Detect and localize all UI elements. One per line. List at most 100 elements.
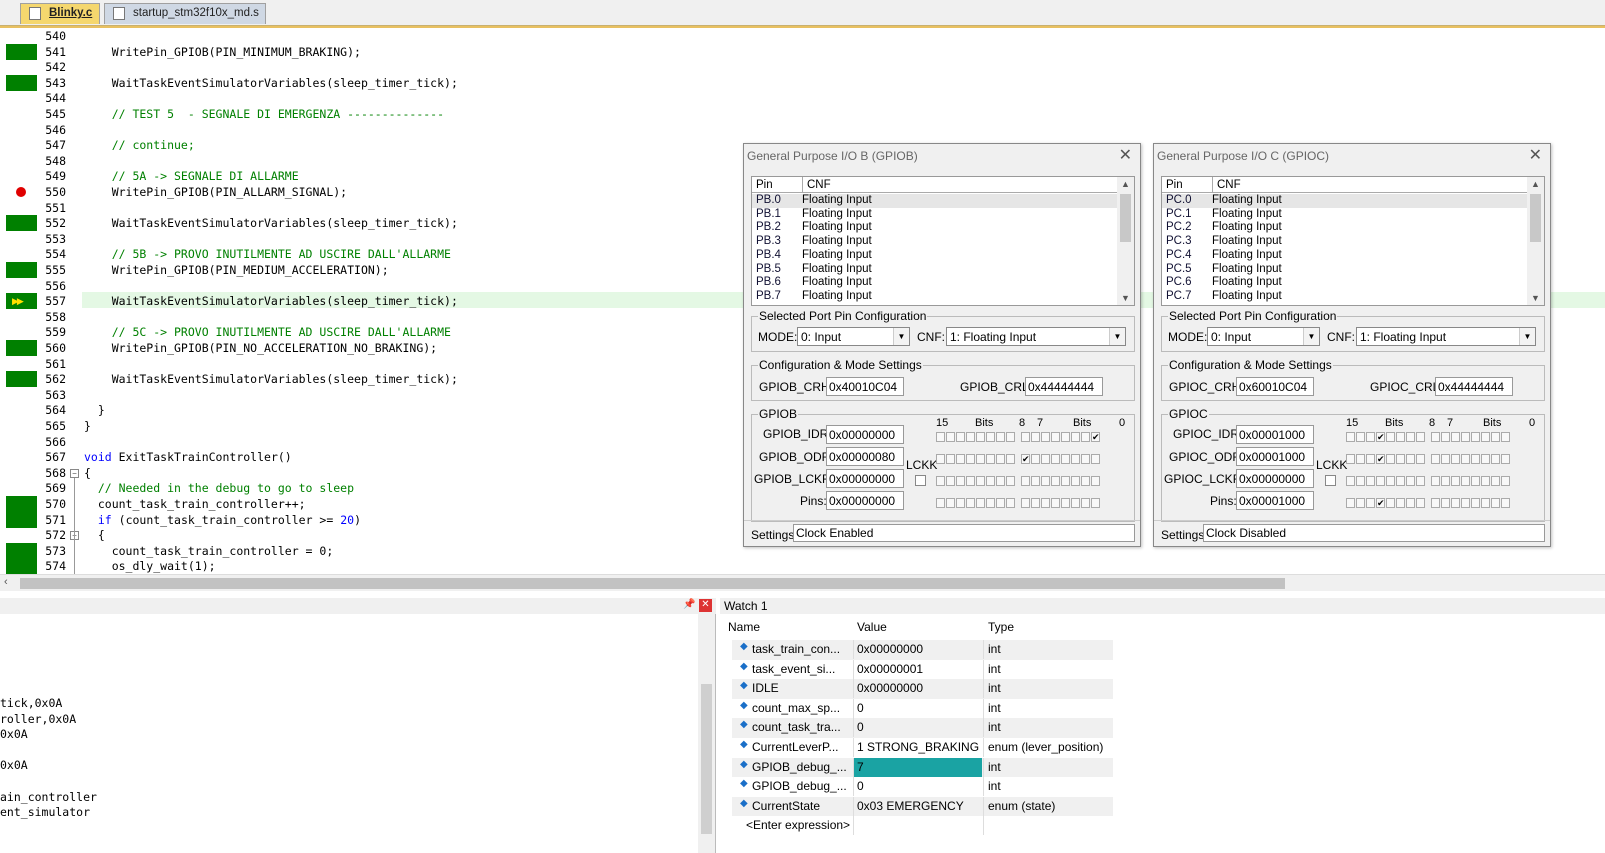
- watch-value[interactable]: 0x03 EMERGENCY: [853, 796, 982, 816]
- bit-checkbox[interactable]: [1081, 476, 1090, 486]
- gutter-line[interactable]: 544: [0, 90, 82, 106]
- bit-checkbox[interactable]: [986, 476, 995, 486]
- pin-list-item[interactable]: PB.1 Floating Input: [752, 208, 1118, 222]
- pin-list[interactable]: Pin CNF PB.0 Floating Input PB.1 Floating I…: [751, 176, 1135, 306]
- pin-list-item[interactable]: PB.4 Floating Input: [752, 249, 1118, 263]
- odr-bits[interactable]: ✔: [936, 454, 1101, 464]
- gutter-line[interactable]: 562: [0, 371, 82, 388]
- code-line[interactable]: count_task_train_controller++;: [84, 496, 306, 512]
- bit-checkbox[interactable]: [1406, 498, 1415, 508]
- bit-checkbox[interactable]: [956, 498, 965, 508]
- bit-checkbox[interactable]: [946, 432, 955, 442]
- idr-bits[interactable]: ✔: [1346, 432, 1511, 442]
- chevron-down-icon[interactable]: ▼: [1531, 293, 1540, 303]
- bit-checkbox[interactable]: [1396, 454, 1405, 464]
- code-line[interactable]: count_task_train_controller = 0;: [84, 543, 334, 559]
- lckr-field[interactable]: 0x00000000: [1236, 469, 1314, 488]
- bit-checkbox[interactable]: [1346, 498, 1355, 508]
- bit-checkbox[interactable]: [1471, 476, 1480, 486]
- bit-checkbox[interactable]: [1461, 476, 1470, 486]
- gutter-line[interactable]: 569: [0, 480, 82, 496]
- lckr-bits[interactable]: [1346, 476, 1511, 486]
- gutter-line[interactable]: 555: [0, 262, 82, 278]
- gutter-line[interactable]: 548: [0, 153, 82, 169]
- code-line[interactable]: // Needed in the debug to go to sleep: [84, 480, 354, 496]
- gutter-line[interactable]: 567: [0, 449, 82, 465]
- bit-checkbox[interactable]: [1406, 476, 1415, 486]
- bit-checkbox[interactable]: [1481, 432, 1490, 442]
- bit-checkbox[interactable]: [936, 498, 945, 508]
- gutter-line[interactable]: 543: [0, 74, 82, 91]
- col-cnf[interactable]: CNF: [1212, 177, 1241, 193]
- bit-checkbox[interactable]: [966, 454, 975, 464]
- lckk-checkbox[interactable]: [915, 475, 926, 486]
- close-icon[interactable]: ✕: [699, 599, 712, 612]
- bit-checkbox[interactable]: [1386, 432, 1395, 442]
- bit-checkbox[interactable]: [1386, 498, 1395, 508]
- gutter-line[interactable]: 549: [0, 168, 82, 184]
- bit-checkbox[interactable]: [1431, 454, 1440, 464]
- pins-field[interactable]: 0x00000000: [826, 491, 904, 510]
- odr-field[interactable]: 0x00000080: [826, 447, 904, 466]
- odr-field[interactable]: 0x00001000: [1236, 447, 1314, 466]
- bit-checkbox[interactable]: [1356, 454, 1365, 464]
- bit-checkbox[interactable]: [1356, 432, 1365, 442]
- odr-bits[interactable]: ✔: [1346, 454, 1511, 464]
- bit-checkbox[interactable]: [1431, 476, 1440, 486]
- bit-checkbox[interactable]: [1501, 498, 1510, 508]
- pin-list-item[interactable]: PB.2 Floating Input: [752, 221, 1118, 235]
- scroll-left-icon[interactable]: ‹: [4, 576, 8, 588]
- close-icon[interactable]: ✕: [1119, 145, 1132, 165]
- gutter-line[interactable]: 570: [0, 496, 82, 512]
- watch-value[interactable]: 0: [853, 698, 982, 718]
- bit-checkbox[interactable]: [1491, 432, 1500, 442]
- pins-bits[interactable]: ✔: [1346, 498, 1511, 508]
- watch-row[interactable]: ◆ count_task_tra... 0 int: [732, 718, 1113, 738]
- gutter-line[interactable]: 564: [0, 402, 82, 418]
- chevron-down-icon[interactable]: ▼: [893, 328, 909, 345]
- idr-field[interactable]: 0x00000000: [826, 425, 904, 444]
- fold-toggle-icon[interactable]: −: [70, 468, 79, 478]
- watch-row[interactable]: ◆ CurrentLeverP... 1 STRONG_BRAKING enum (l…: [732, 738, 1113, 758]
- bit-checkbox[interactable]: [996, 432, 1005, 442]
- mode-select[interactable]: 0: Input ▼: [1207, 327, 1320, 346]
- bit-checkbox[interactable]: [1376, 476, 1385, 486]
- bit-checkbox[interactable]: [946, 476, 955, 486]
- bit-checkbox[interactable]: [1051, 498, 1060, 508]
- pin-list-item[interactable]: PC.5 Floating Input: [1162, 263, 1528, 277]
- bit-checkbox[interactable]: [1396, 476, 1405, 486]
- bit-checkbox[interactable]: ✔: [1376, 432, 1385, 442]
- bit-checkbox[interactable]: [1021, 498, 1030, 508]
- bit-checkbox[interactable]: [996, 454, 1005, 464]
- pin-list-item[interactable]: PC.6 Floating Input: [1162, 276, 1528, 290]
- crl-field[interactable]: 0x44444444: [1435, 377, 1513, 396]
- gutter-line[interactable]: 553: [0, 231, 82, 247]
- bit-checkbox[interactable]: [996, 476, 1005, 486]
- lckr-field[interactable]: 0x00000000: [826, 469, 904, 488]
- gutter-line[interactable]: 556: [0, 278, 82, 294]
- code-line[interactable]: // 5A -> SEGNALE DI ALLARME: [84, 168, 299, 184]
- bit-checkbox[interactable]: [1006, 498, 1015, 508]
- gutter-line[interactable]: 552: [0, 215, 82, 232]
- col-value[interactable]: Value: [857, 620, 887, 634]
- bit-checkbox[interactable]: ✔: [1021, 454, 1030, 464]
- bit-checkbox[interactable]: [936, 476, 945, 486]
- bit-checkbox[interactable]: [1431, 432, 1440, 442]
- bit-checkbox[interactable]: [1051, 454, 1060, 464]
- bit-checkbox[interactable]: [1481, 454, 1490, 464]
- col-pin[interactable]: Pin: [756, 179, 773, 191]
- watch-value[interactable]: 0x00000000: [853, 640, 982, 659]
- pins-field[interactable]: 0x00001000: [1236, 491, 1314, 510]
- gutter-line[interactable]: 545: [0, 106, 82, 122]
- code-line[interactable]: {: [84, 465, 91, 481]
- bit-checkbox[interactable]: [1461, 498, 1470, 508]
- col-cnf[interactable]: CNF: [802, 177, 831, 193]
- bit-checkbox[interactable]: [1021, 432, 1030, 442]
- code-line[interactable]: os_dly_wait(1);: [84, 558, 216, 574]
- bit-checkbox[interactable]: [1346, 432, 1355, 442]
- bit-checkbox[interactable]: [1451, 498, 1460, 508]
- bit-checkbox[interactable]: [1061, 476, 1070, 486]
- watch-value[interactable]: 7: [853, 757, 982, 777]
- bit-checkbox[interactable]: [1451, 476, 1460, 486]
- bit-checkbox[interactable]: [936, 454, 945, 464]
